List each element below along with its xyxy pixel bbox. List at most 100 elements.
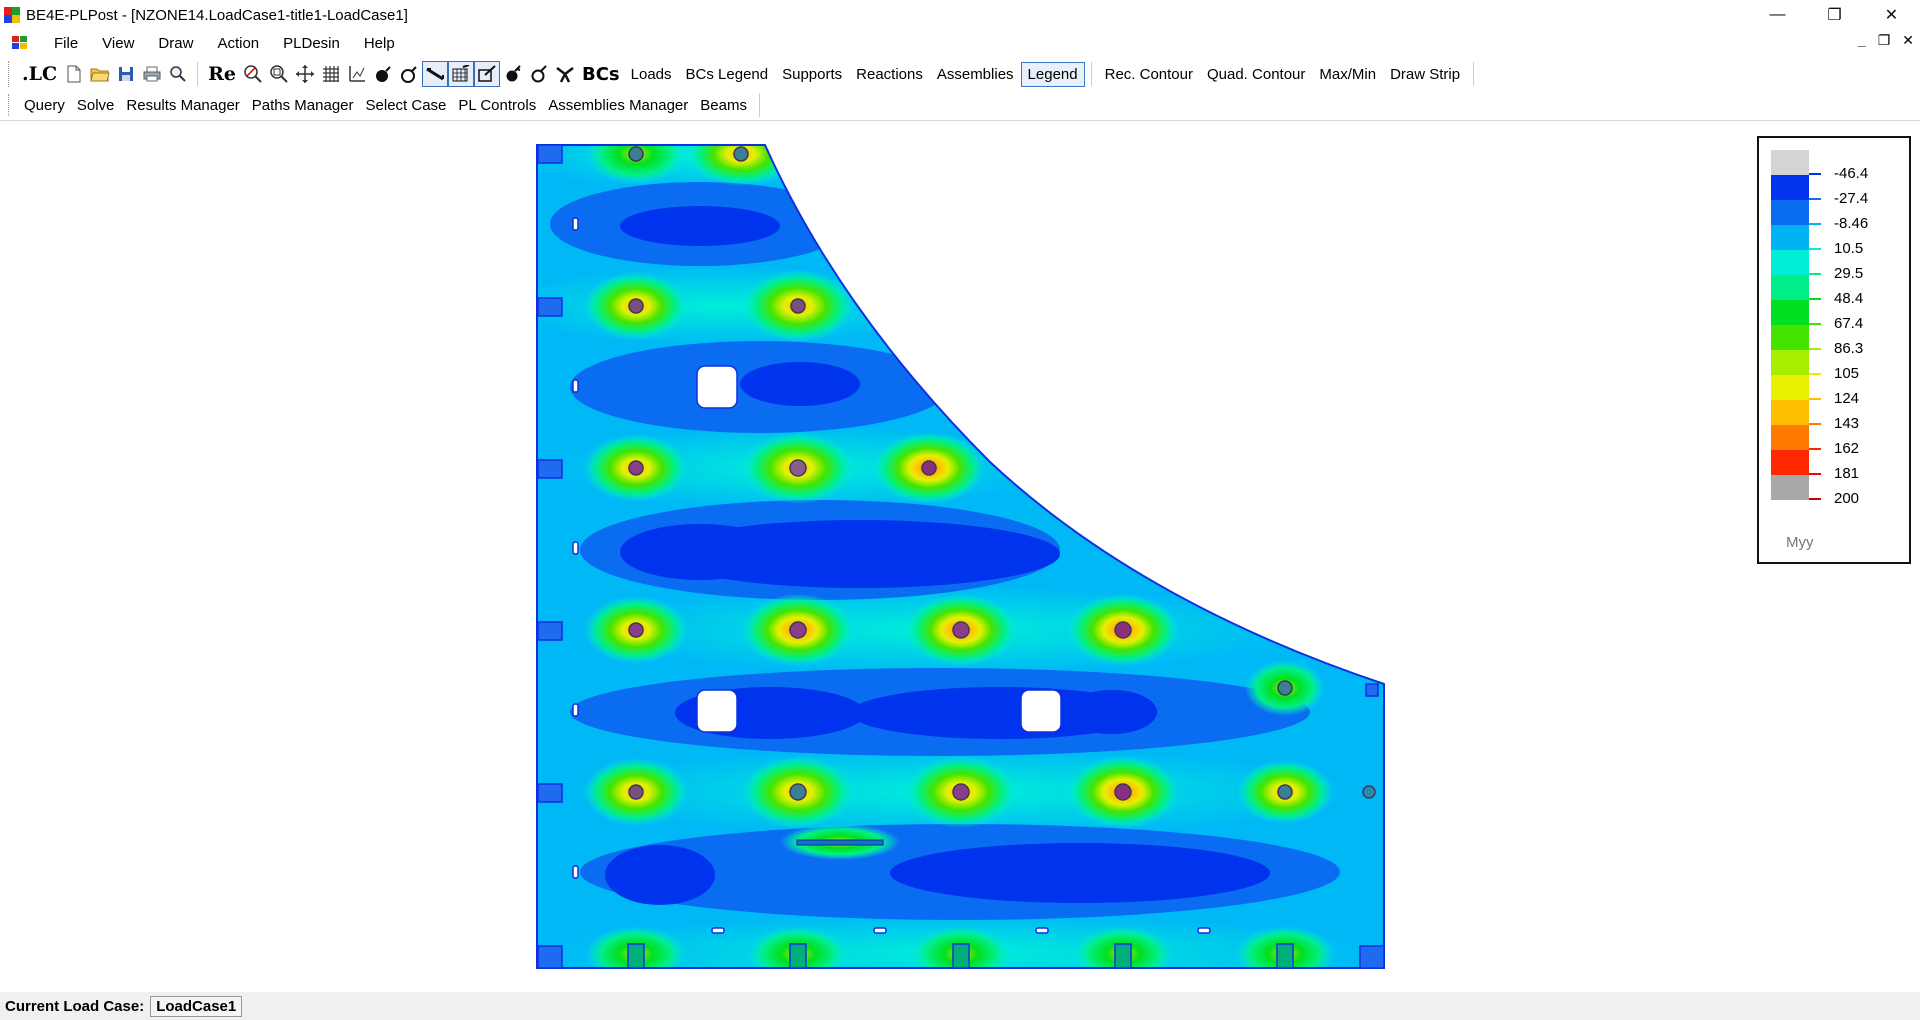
beams-button[interactable]: Beams	[694, 97, 753, 114]
legend-swatch	[1771, 250, 1809, 275]
paths-manager-button[interactable]: Paths Manager	[246, 97, 360, 114]
assemblies-manager-button[interactable]: Assemblies Manager	[542, 97, 694, 114]
mdi-doc-icon[interactable]	[12, 36, 28, 50]
legend-label: 10.5	[1834, 240, 1864, 257]
redraw-button[interactable]: Re	[204, 63, 240, 85]
contour-legend: -46.4 -27.4 -8.46 10.5 29.5 48.4 67.4 86…	[1757, 136, 1911, 564]
toolbar-separator	[197, 62, 199, 86]
axes-icon[interactable]	[344, 61, 370, 87]
menu-view[interactable]: View	[90, 35, 146, 52]
legend-swatch	[1771, 400, 1809, 425]
toolbar-separator	[758, 93, 760, 117]
legend-swatch	[1771, 225, 1809, 250]
menu-file[interactable]: File	[42, 35, 90, 52]
pan-icon[interactable]	[292, 61, 318, 87]
print-preview-icon[interactable]	[165, 61, 191, 87]
legend-label: 29.5	[1834, 265, 1864, 282]
legend-label: 86.3	[1834, 340, 1864, 357]
toolbar-grip[interactable]	[8, 61, 12, 87]
draw-lines-icon[interactable]	[422, 61, 448, 87]
legend-label: 181	[1834, 465, 1860, 482]
legend-label: 67.4	[1834, 315, 1864, 332]
print-icon[interactable]	[139, 61, 165, 87]
solve-button[interactable]: Solve	[71, 97, 121, 114]
draw-strip-button[interactable]: Draw Strip	[1383, 66, 1467, 83]
slab-opening	[696, 689, 738, 733]
load-case-label: Current Load Case:	[5, 997, 145, 1015]
load-case-button[interactable]: .LC	[18, 63, 61, 85]
mdi-restore-button[interactable]: ❐	[1878, 32, 1891, 49]
plate-fill	[537, 145, 1384, 968]
menu-pldesin[interactable]: PLDesin	[271, 35, 352, 52]
close-button[interactable]: ✕	[1863, 0, 1920, 30]
window-title: BE4E-PLPost - [NZONE14.LoadCase1-title1-…	[26, 6, 408, 24]
legend-swatch	[1771, 350, 1809, 375]
secondary-toolbar: Query Solve Results Manager Paths Manage…	[0, 92, 766, 118]
legend-title: Myy	[1786, 534, 1814, 551]
reactions-button[interactable]: Reactions	[849, 66, 930, 83]
legend-swatch	[1771, 475, 1809, 500]
legend-label: -46.4	[1834, 165, 1869, 182]
zoom-in-icon[interactable]	[266, 61, 292, 87]
mdi-controls: _ ❐ ✕	[1858, 32, 1914, 49]
mdi-minimize-button[interactable]: _	[1858, 32, 1866, 49]
toolbar-separator	[1473, 62, 1475, 86]
max-min-button[interactable]: Max/Min	[1312, 66, 1383, 83]
pl-controls-button[interactable]: PL Controls	[452, 97, 542, 114]
drawing-canvas[interactable]: -46.4 -27.4 -8.46 10.5 29.5 48.4 67.4 86…	[0, 122, 1920, 986]
node-bomb-icon[interactable]	[370, 61, 396, 87]
results-manager-button[interactable]: Results Manager	[120, 97, 245, 114]
legend-swatch	[1771, 300, 1809, 325]
bcs-legend-button[interactable]: BCs Legend	[679, 66, 776, 83]
open-folder-icon[interactable]	[87, 61, 113, 87]
legend-label: 124	[1834, 390, 1860, 407]
select-case-button[interactable]: Select Case	[360, 97, 453, 114]
legend-swatch	[1771, 425, 1809, 450]
legend-swatch	[1771, 175, 1809, 200]
bcs-button[interactable]: BCs	[578, 64, 624, 85]
assemblies-button[interactable]: Assemblies	[930, 66, 1021, 83]
slab-opening	[696, 365, 738, 409]
legend-label: 48.4	[1834, 290, 1864, 307]
node-outline-icon[interactable]	[396, 61, 422, 87]
query-button[interactable]: Query	[18, 97, 71, 114]
menu-help[interactable]: Help	[352, 35, 407, 52]
legend-label: -27.4	[1834, 190, 1869, 207]
column-open-icon[interactable]	[526, 61, 552, 87]
status-bar: Current Load Case: LoadCase1	[0, 992, 1920, 1020]
slab-opening	[1020, 689, 1062, 733]
supports-button[interactable]: Supports	[775, 66, 849, 83]
strip-tool-icon[interactable]	[552, 61, 578, 87]
grid-icon[interactable]	[318, 61, 344, 87]
save-icon[interactable]	[113, 61, 139, 87]
beam-segment	[796, 839, 884, 846]
menu-bar: File View Draw Action PLDesin Help _ ❐ ✕	[0, 30, 1920, 56]
main-toolbar: .LC Re BCs Loads BCs Legend Supports Rea…	[0, 58, 1500, 90]
legend-label: 162	[1834, 440, 1860, 457]
legend-button[interactable]: Legend	[1020, 61, 1085, 87]
elements-icon[interactable]	[474, 61, 500, 87]
contour-plot[interactable]	[0, 122, 1920, 986]
loads-button[interactable]: Loads	[624, 66, 679, 83]
legend-swatch	[1771, 375, 1809, 400]
menu-action[interactable]: Action	[205, 35, 271, 52]
mesh-icon[interactable]	[448, 61, 474, 87]
legend-swatch	[1771, 450, 1809, 475]
legend-label: -8.46	[1834, 215, 1869, 232]
quad-contour-button[interactable]: Quad. Contour	[1200, 66, 1312, 83]
minimize-button[interactable]: —	[1749, 0, 1806, 30]
legend-color-bar	[1771, 150, 1809, 500]
column-solid-icon[interactable]	[500, 61, 526, 87]
legend-swatch	[1771, 325, 1809, 350]
toolbar-separator	[1090, 62, 1092, 86]
toolbar-grip[interactable]	[8, 94, 12, 116]
menu-draw[interactable]: Draw	[146, 35, 205, 52]
legend-label: 143	[1834, 415, 1860, 432]
rec-contour-button[interactable]: Rec. Contour	[1098, 66, 1200, 83]
legend-swatch	[1771, 150, 1809, 175]
restore-button[interactable]: ❐	[1806, 0, 1863, 30]
new-file-icon[interactable]	[61, 61, 87, 87]
mdi-close-button[interactable]: ✕	[1902, 32, 1914, 49]
legend-swatch	[1771, 200, 1809, 225]
zoom-window-icon[interactable]	[240, 61, 266, 87]
